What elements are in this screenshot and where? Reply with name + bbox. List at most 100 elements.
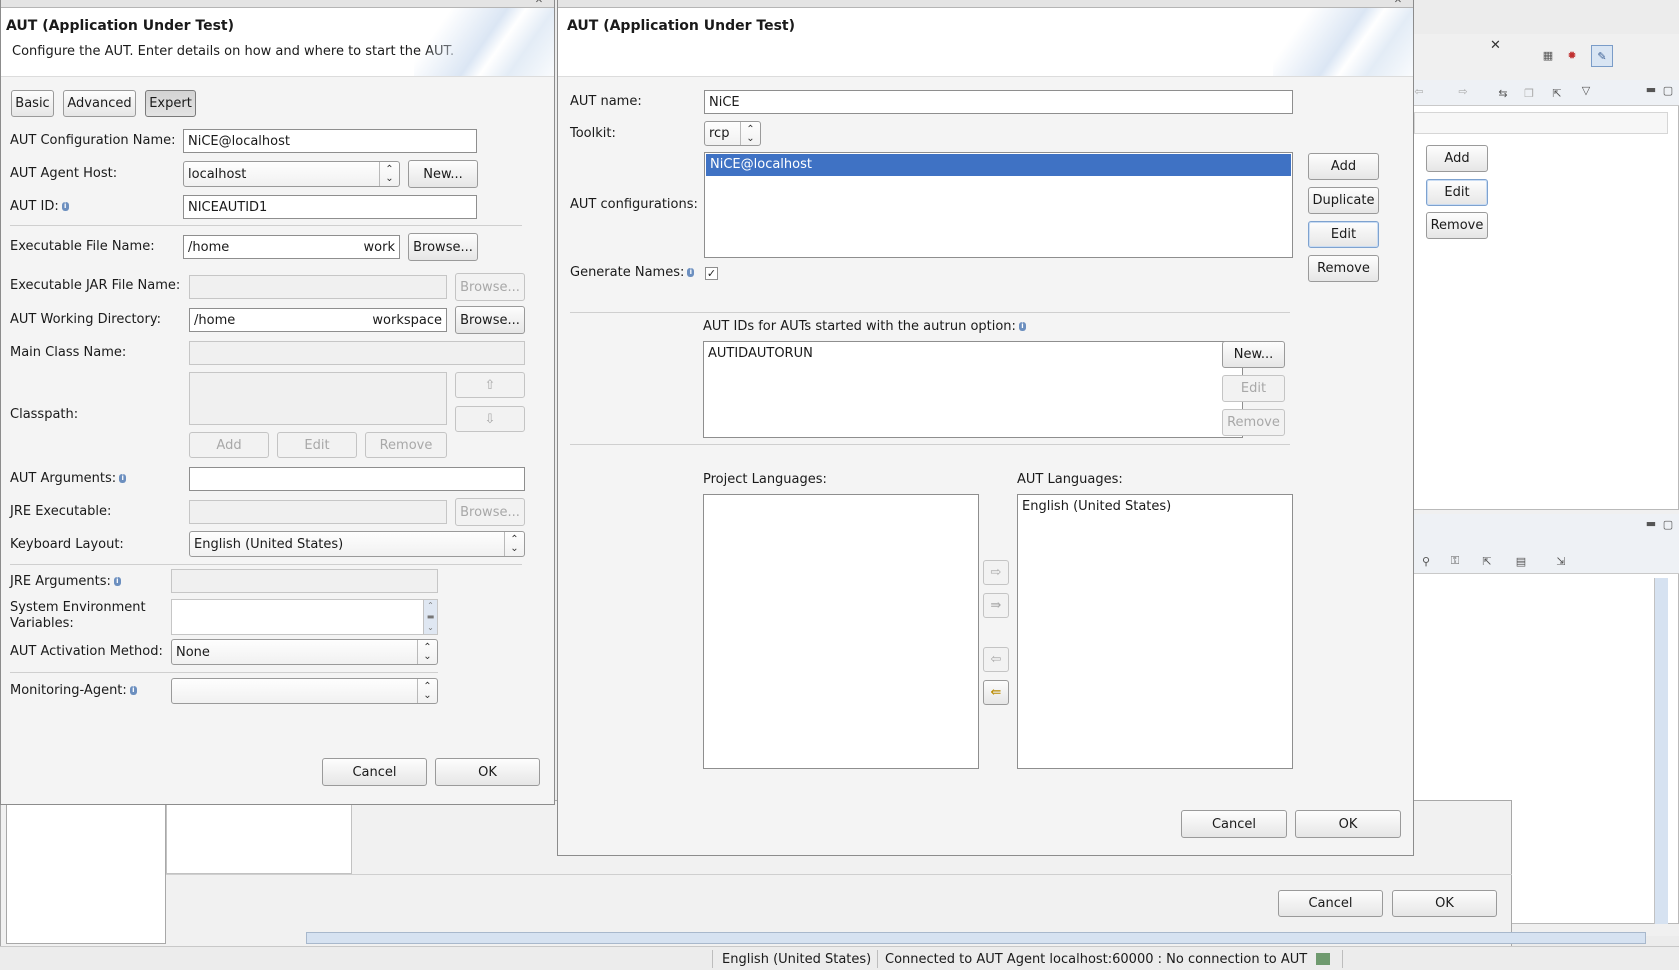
config-name-input[interactable]: NiCE@localhost: [183, 129, 477, 153]
copy-icon[interactable]: ❐: [1521, 86, 1537, 100]
autrun-ids-list[interactable]: AUTIDAUTORUN: [703, 341, 1243, 438]
move-all-right-button[interactable]: ⇛: [983, 593, 1009, 618]
close-icon[interactable]: ✕: [1390, 0, 1406, 7]
remove-config-button[interactable]: Remove: [1308, 255, 1379, 282]
exec-file-path-end: work: [363, 239, 395, 255]
background-ok-button[interactable]: OK: [1392, 890, 1497, 917]
list-item[interactable]: AUTIDAUTORUN: [708, 346, 813, 361]
mode-basic-button[interactable]: Basic: [11, 90, 54, 117]
monitoring-agent-select[interactable]: ⌃ ⌄: [171, 678, 438, 704]
toolkit-select[interactable]: rcp ⌃ ⌄: [704, 121, 761, 146]
list-item[interactable]: English (United States): [1022, 499, 1171, 514]
cancel-button[interactable]: Cancel: [322, 758, 427, 786]
agent-host-select-value: localhost: [188, 166, 247, 182]
sync-icon[interactable]: ⇆: [1495, 86, 1511, 100]
working-dir-input[interactable]: /home workspace: [189, 308, 447, 332]
export-icon[interactable]: ⇱: [1549, 86, 1565, 100]
add-button[interactable]: Add: [1426, 145, 1488, 172]
mode-expert-button[interactable]: Expert: [145, 90, 196, 117]
add-config-button[interactable]: Add: [1308, 153, 1379, 180]
exec-jar-input[interactable]: [189, 275, 447, 299]
minimize-icon[interactable]: ▬: [1643, 516, 1659, 530]
lock-icon[interactable]: ⚿: [1447, 554, 1463, 568]
move-right-button[interactable]: ⇨: [983, 560, 1009, 585]
jre-executable-browse-button[interactable]: Browse...: [455, 498, 525, 526]
autrun-remove-button[interactable]: Remove: [1222, 409, 1285, 436]
move-all-left-button[interactable]: ⇚: [983, 680, 1009, 705]
classpath-down-button[interactable]: ⇩: [455, 406, 525, 432]
export-icon[interactable]: ⇱: [1479, 554, 1495, 568]
main-class-label: Main Class Name:: [10, 345, 127, 360]
classpath-edit-button[interactable]: Edit: [277, 432, 357, 458]
cancel-button[interactable]: Cancel: [1181, 810, 1287, 838]
main-class-input[interactable]: [189, 341, 525, 365]
new-agent-host-button[interactable]: New...: [408, 160, 478, 188]
jre-arguments-input[interactable]: [171, 569, 438, 593]
aut-configurations-list[interactable]: NiCE@localhost: [704, 152, 1293, 258]
horizontal-scrollbar[interactable]: [306, 932, 1646, 944]
activation-method-select[interactable]: None ⌃ ⌄: [171, 639, 438, 665]
exec-jar-browse-button[interactable]: Browse...: [455, 273, 525, 301]
project-languages-list[interactable]: [703, 494, 979, 769]
aut-languages-label: AUT Languages:: [1017, 472, 1123, 487]
info-icon: i: [129, 686, 137, 695]
agent-host-label: AUT Agent Host:: [10, 166, 118, 181]
env-vars-input[interactable]: ⌃ ▬ ⌄: [171, 599, 438, 635]
close-icon[interactable]: ✕: [1490, 38, 1501, 53]
exec-file-browse-button[interactable]: Browse...: [408, 233, 478, 261]
ok-button[interactable]: OK: [435, 758, 540, 786]
new-item-icon[interactable]: ⇲: [1553, 554, 1569, 568]
layout-icon[interactable]: ▤: [1513, 554, 1529, 568]
aut-arguments-input[interactable]: [189, 467, 525, 491]
mode-advanced-button[interactable]: Advanced: [63, 90, 136, 117]
chevron-updown-icon: ⌃ ⌄: [740, 122, 760, 145]
edit-perspective-icon[interactable]: ✎: [1591, 45, 1613, 67]
aut-name-input[interactable]: NiCE: [704, 90, 1293, 114]
background-cancel-button[interactable]: Cancel: [1278, 890, 1383, 917]
working-dir-browse-button[interactable]: Browse...: [455, 306, 525, 334]
jre-arguments-label: JRE Arguments: i: [10, 574, 121, 589]
forward-icon[interactable]: ⇨: [1455, 84, 1471, 98]
generate-names-checkbox[interactable]: ✓: [705, 267, 718, 280]
classpath-list[interactable]: [189, 372, 447, 425]
monitoring-agent-label-text: Monitoring-Agent:: [10, 683, 127, 698]
view-menu-icon[interactable]: ▽: [1578, 83, 1594, 97]
classpath-remove-button[interactable]: Remove: [365, 432, 447, 458]
remove-button[interactable]: Remove: [1426, 212, 1488, 239]
edit-config-button[interactable]: Edit: [1308, 221, 1379, 248]
move-left-button[interactable]: ⇦: [983, 647, 1009, 672]
agent-host-select[interactable]: localhost ⌃ ⌄: [183, 161, 400, 187]
exec-file-input[interactable]: /home work: [183, 235, 400, 259]
keyboard-layout-select[interactable]: English (United States) ⌃ ⌄: [189, 531, 525, 557]
keyboard-layout-label: Keyboard Layout:: [10, 537, 124, 552]
filter-icon[interactable]: ⚲: [1418, 554, 1434, 568]
status-language: English (United States): [722, 952, 872, 967]
aut-id-input[interactable]: NICEAUTID1: [183, 195, 477, 219]
minimize-icon[interactable]: ▬: [1643, 82, 1659, 96]
env-vars-label: System Environment Variables:: [10, 600, 146, 631]
maximize-icon[interactable]: ▢: [1660, 83, 1676, 97]
maximize-icon[interactable]: ▢: [1660, 517, 1676, 531]
classpath-label: Classpath:: [10, 407, 79, 422]
connection-status-icon: [1316, 953, 1330, 965]
chevron-updown-icon: ⌃ ⌄: [417, 640, 437, 664]
aut-languages-list[interactable]: English (United States): [1017, 494, 1293, 769]
generate-names-label: Generate Names: i: [570, 265, 695, 280]
list-item[interactable]: NiCE@localhost: [706, 154, 1291, 176]
classpath-up-button[interactable]: ⇧: [455, 372, 525, 398]
debug-icon[interactable]: ✹: [1564, 48, 1580, 62]
right-scrollbar[interactable]: [1654, 578, 1668, 924]
jre-arguments-label-text: JRE Arguments:: [10, 574, 111, 589]
autrun-edit-button[interactable]: Edit: [1222, 375, 1285, 402]
perspective-icon[interactable]: ▦: [1540, 48, 1556, 62]
jre-executable-input[interactable]: [189, 500, 447, 524]
edit-button[interactable]: Edit: [1426, 179, 1488, 206]
classpath-add-button[interactable]: Add: [189, 432, 269, 458]
autrun-new-button[interactable]: New...: [1222, 341, 1285, 368]
close-icon[interactable]: ✕: [531, 0, 547, 7]
background-list-mid: [166, 804, 352, 874]
env-vars-scrollbar[interactable]: ⌃ ▬ ⌄: [423, 600, 437, 634]
aut-id-label-text: AUT ID:: [10, 199, 59, 214]
duplicate-config-button[interactable]: Duplicate: [1308, 187, 1379, 214]
ok-button[interactable]: OK: [1295, 810, 1401, 838]
